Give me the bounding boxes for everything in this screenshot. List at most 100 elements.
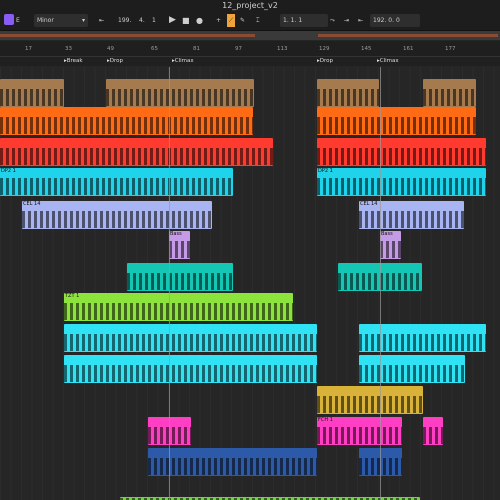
clip-periwinkle[interactable]: CEL 14 <box>22 201 212 229</box>
title-bar: 12_project_v2 <box>0 0 500 11</box>
clip-purple[interactable]: Bass <box>169 231 190 259</box>
tempo-value[interactable]: 199. <box>118 14 131 27</box>
clip-sky[interactable] <box>359 355 465 383</box>
clip-lime[interactable]: TZT 1 <box>64 293 293 321</box>
clip-brown[interactable] <box>106 79 254 107</box>
bar-number: 49 <box>107 46 114 52</box>
clip-notes <box>359 211 464 228</box>
clip-notes <box>106 89 254 106</box>
scale-label: Minor <box>37 17 54 24</box>
clip-label: Bass <box>381 231 393 237</box>
playhead-line <box>169 67 170 500</box>
clip-label: CEL 14 <box>360 201 378 207</box>
play-icon[interactable]: ▶ <box>169 14 176 27</box>
clip-magenta[interactable]: FCH 1 <box>317 417 402 445</box>
bar-number: 177 <box>445 46 456 52</box>
clip-notes <box>317 148 486 165</box>
clip-notes <box>317 427 402 444</box>
key-select[interactable]: E <box>16 14 20 27</box>
bar-number: 145 <box>361 46 372 52</box>
bar-ruler[interactable]: 17 33 49 65 81 97 113 129 145 161 177 <box>0 41 500 57</box>
position-beat: 1. <box>290 17 297 24</box>
clip-notes <box>22 211 212 228</box>
bar-number: 97 <box>235 46 242 52</box>
bar-number: 17 <box>25 46 32 52</box>
clip-label: TZT 1 <box>65 293 80 299</box>
bar-number: 65 <box>151 46 158 52</box>
marker-drop[interactable]: ▸Drop <box>107 58 123 64</box>
clip-notes <box>64 303 293 320</box>
clip-orange[interactable] <box>317 107 476 135</box>
overview-region <box>0 34 255 37</box>
clip-label: Bass <box>170 231 182 237</box>
clip-notes <box>148 458 317 475</box>
marker-break[interactable]: ▸Break <box>64 58 83 64</box>
clip-notes <box>423 89 476 106</box>
time-signature[interactable]: 1 <box>152 14 156 27</box>
bar-number: 129 <box>319 46 330 52</box>
clip-notes <box>423 427 443 444</box>
clip-sky[interactable] <box>359 324 486 352</box>
clip-red[interactable] <box>317 138 486 166</box>
clip-purple[interactable]: Bass <box>380 231 401 259</box>
clip-notes <box>64 334 317 351</box>
transport-toolbar: E Minor ▾ ⇤ 199. 4. 1 ▶ ■ ● + ⟋ ✎ ⌶ 1. 1… <box>0 11 500 31</box>
punch-in-icon[interactable]: ⇥ <box>344 14 349 27</box>
clip-cyan[interactable]: DP2 1 <box>0 168 233 196</box>
locator-markers[interactable]: ▸Break ▸Drop ▸Climax ▸Drop ▸Climax <box>0 57 500 66</box>
record-icon[interactable]: ● <box>196 14 203 27</box>
clip-notes <box>64 365 317 382</box>
add-icon[interactable]: + <box>216 14 221 27</box>
stop-icon[interactable]: ■ <box>182 14 190 27</box>
overview-region <box>318 34 498 37</box>
clip-notes <box>169 241 190 258</box>
clip-sky[interactable] <box>64 355 317 383</box>
position-display[interactable]: 1. 1. 1 <box>280 14 328 27</box>
clip-brown[interactable] <box>317 79 379 107</box>
bar-number: 161 <box>403 46 414 52</box>
marker-climax[interactable]: ▸Climax <box>172 58 194 64</box>
key-icon[interactable] <box>4 14 14 25</box>
clip-magenta[interactable] <box>423 417 443 445</box>
tempo-fine[interactable]: 4. <box>139 14 145 27</box>
follow-icon[interactable]: ⤳ <box>330 14 335 27</box>
clip-red[interactable] <box>0 138 273 166</box>
clip-periwinkle[interactable]: CEL 14 <box>359 201 464 229</box>
marker-drop[interactable]: ▸Drop <box>317 58 333 64</box>
clip-brown[interactable] <box>0 79 64 107</box>
metronome-icon[interactable]: ⇤ <box>99 14 104 27</box>
clip-sky[interactable] <box>64 324 317 352</box>
clip-notes <box>317 117 476 134</box>
automation-icon[interactable]: ⟋ <box>227 14 235 27</box>
clip-notes <box>0 178 233 195</box>
marker-climax[interactable]: ▸Climax <box>377 58 399 64</box>
clip-notes <box>0 89 64 106</box>
end-beat: 0. <box>388 17 395 24</box>
scale-select[interactable]: Minor ▾ <box>34 14 88 27</box>
clip-teal[interactable] <box>127 263 233 291</box>
clip-notes <box>380 241 401 258</box>
clip-gold[interactable] <box>317 386 423 414</box>
clip-notes <box>317 396 423 413</box>
loop-icon[interactable]: ⌶ <box>256 14 260 27</box>
clip-notes <box>359 334 486 351</box>
clip-navy[interactable] <box>148 448 317 476</box>
clip-label: CEL 14 <box>23 201 41 207</box>
end-bar: 192. <box>373 17 387 24</box>
draw-icon[interactable]: ✎ <box>240 14 245 27</box>
clip-notes <box>0 148 273 165</box>
position-bar: 1. <box>283 17 289 24</box>
playhead-line <box>380 67 381 500</box>
window-title: 12_project_v2 <box>222 1 278 10</box>
end-position-display[interactable]: 192. 0. 0 <box>370 14 420 27</box>
clip-label: DP2 1 <box>1 168 16 174</box>
clip-notes <box>317 178 486 195</box>
arrangement-view[interactable]: DP2 1 DP2 1 CEL 14 CEL 14 Bass Bass TZT 1 FCH 1 <box>0 67 500 500</box>
clip-orange[interactable] <box>0 107 253 135</box>
punch-out-icon[interactable]: ⇤ <box>358 14 363 27</box>
clip-brown[interactable] <box>423 79 476 107</box>
end-tick: 0 <box>395 17 400 24</box>
arrangement-overview[interactable] <box>0 31 500 40</box>
clip-cyan[interactable]: DP2 1 <box>317 168 486 196</box>
bar-number: 33 <box>65 46 72 52</box>
